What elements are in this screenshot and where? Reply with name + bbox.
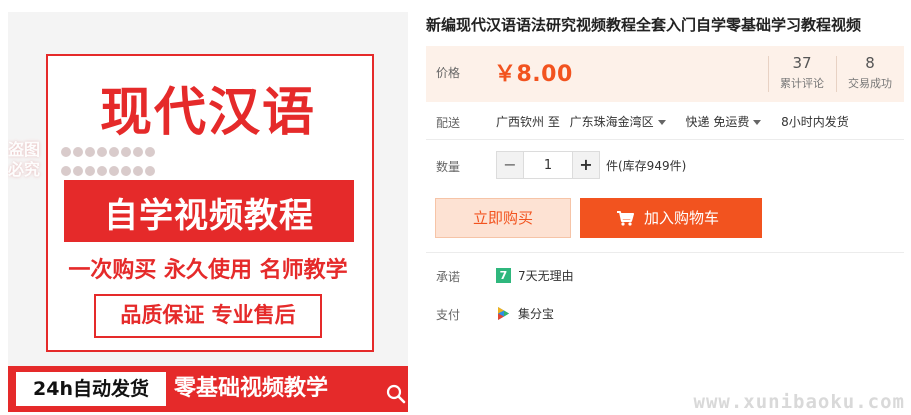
magnifier-icon[interactable]	[386, 384, 406, 404]
product-title: 新编现代汉语语法研究视频教程全套入门自学零基础学习教程视频	[426, 16, 862, 34]
shipping-from: 广西钦州 至	[496, 115, 560, 129]
payment-text: 集分宝	[518, 307, 555, 321]
buy-now-button[interactable]: 立即购买	[435, 198, 571, 238]
image-bottom-badge: 24h自动发货	[16, 372, 166, 406]
stat-divider	[836, 56, 837, 92]
sales-label: 交易成功	[848, 77, 892, 90]
jifenbao-icon	[498, 307, 509, 320]
shipping-row: 广西钦州 至 广东珠海金湾区 快递 免运费 8小时内发货	[496, 113, 855, 130]
image-guarantee: 品质保证 专业售后	[94, 294, 322, 338]
stamp-line-2: 必究	[8, 160, 41, 179]
stat-divider	[768, 56, 769, 92]
price-label: 价格	[436, 66, 461, 80]
image-slogan: 一次购买 永久使用 名师教学	[68, 258, 348, 283]
add-to-cart-button[interactable]: 加入购物车	[580, 198, 762, 238]
price-box: 价格 ￥8.00 37 累计评论 8 交易成功	[426, 46, 904, 102]
image-watermark-stamp: 盗图 必究	[8, 140, 58, 180]
reviews-count: 37	[792, 54, 812, 72]
divider	[426, 252, 904, 253]
quantity-increment-button[interactable]: +	[573, 152, 599, 178]
price-value: ￥8.00	[494, 62, 573, 87]
cart-icon	[617, 211, 634, 226]
image-bottom-banner: 24h自动发货 零基础视频教学	[8, 366, 408, 412]
quantity-stepper: − +	[496, 151, 600, 179]
image-title: 现代汉语	[99, 83, 316, 143]
payment-label: 支付	[436, 308, 461, 322]
stock-info: 件(库存949件)	[606, 159, 687, 173]
promise-label: 承诺	[436, 270, 461, 284]
blurred-watermark	[60, 144, 156, 184]
promise-row[interactable]: 7 7天无理由	[496, 267, 574, 284]
payment-row: 集分宝	[496, 305, 554, 322]
shipping-destination-label: 广东珠海金湾区	[569, 115, 654, 129]
shipping-method-label: 快递 免运费	[685, 115, 750, 129]
reviews-stat[interactable]: 37 累计评论	[770, 54, 834, 91]
divider	[426, 139, 904, 140]
add-to-cart-label: 加入购物车	[644, 209, 720, 227]
shipping-method[interactable]: 快递 免运费	[686, 115, 772, 129]
quantity-decrement-button[interactable]: −	[497, 152, 523, 178]
sales-stat: 8 交易成功	[838, 54, 902, 91]
chevron-down-icon	[753, 120, 762, 125]
shipping-label: 配送	[436, 116, 461, 130]
shipping-destination[interactable]: 广东珠海金湾区	[570, 115, 676, 129]
site-watermark: www.xunibaoku.com	[693, 391, 905, 413]
quantity-label: 数量	[436, 160, 461, 174]
promise-text: 7天无理由	[518, 269, 574, 283]
image-subtitle: 自学视频教程	[104, 196, 314, 236]
image-bottom-text: 零基础视频教学	[174, 376, 329, 401]
stamp-line-1: 盗图	[8, 140, 41, 159]
sales-count: 8	[865, 54, 875, 72]
chevron-down-icon	[657, 120, 666, 125]
product-main-image[interactable]: 现代汉语 自学视频教程 一次购买 永久使用 名师教学 品质保证 专业售后 24h…	[8, 12, 408, 412]
quantity-input[interactable]	[523, 152, 573, 178]
reviews-label: 累计评论	[780, 77, 824, 90]
seven-day-return-icon: 7	[496, 268, 511, 283]
dispatch-time: 8小时内发货	[781, 115, 849, 129]
